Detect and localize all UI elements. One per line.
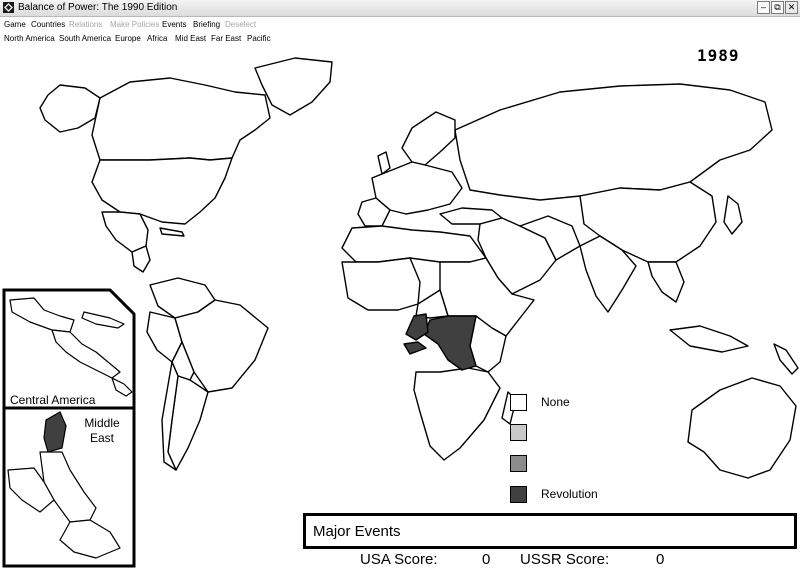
- region-south-america[interactable]: South America: [59, 34, 111, 43]
- country-new-zealand: [773, 343, 799, 375]
- menu-relations: Relations: [69, 20, 103, 29]
- region-mid-east[interactable]: Mid East: [175, 34, 206, 43]
- menu-make-policies: Make Policies: [110, 20, 160, 29]
- diamond-grid-icon[interactable]: [3, 2, 14, 13]
- central-america-label: Central America: [10, 393, 96, 407]
- menu-events[interactable]: Events: [162, 20, 186, 29]
- country-canada: [91, 77, 271, 161]
- legend-label-none: None: [541, 395, 570, 409]
- close-button[interactable]: ✕: [785, 1, 798, 14]
- country-zaire-revolution: [423, 315, 477, 371]
- region-europe[interactable]: Europe: [115, 34, 141, 43]
- country-mexico: [101, 211, 149, 253]
- ussr-score-label: USSR Score:: [520, 551, 610, 568]
- region-bar: North America South America Europe Afric…: [0, 31, 800, 45]
- legend-swatch-medium: [510, 455, 527, 472]
- country-southeast-asia: [647, 261, 685, 303]
- world-map[interactable]: [0, 45, 800, 569]
- legend-label-revolution: Revolution: [541, 487, 598, 501]
- country-cameroon-revolution: [405, 313, 429, 341]
- usa-score-value: 0: [482, 551, 491, 568]
- menu-game[interactable]: Game: [4, 20, 26, 29]
- region-africa[interactable]: Africa: [147, 34, 167, 43]
- country-japan: [723, 195, 743, 235]
- menu-briefing[interactable]: Briefing: [193, 20, 220, 29]
- major-events-title: Major Events: [313, 523, 401, 540]
- middle-east-label: Middle East: [84, 416, 120, 445]
- menu-bar: Game Countries Relations Make Policies E…: [0, 17, 800, 31]
- country-australia: [687, 377, 797, 479]
- minimize-button[interactable]: –: [757, 1, 770, 14]
- legend-swatch-none: [510, 394, 527, 411]
- region-far-east[interactable]: Far East: [211, 34, 241, 43]
- usa-score-label: USA Score:: [360, 551, 438, 568]
- restore-button[interactable]: ⧉: [771, 1, 784, 14]
- central-america-inset: [2, 288, 136, 410]
- title-bar: Balance of Power: The 1990 Edition – ⧉ ✕: [0, 0, 800, 17]
- ussr-score-value: 0: [656, 551, 665, 568]
- country-north-africa: [341, 225, 487, 263]
- country-cuba: [159, 227, 185, 237]
- country-uk: [377, 151, 391, 175]
- region-pacific[interactable]: Pacific: [247, 34, 271, 43]
- country-alaska: [39, 84, 101, 133]
- major-events-panel[interactable]: Major Events: [303, 513, 797, 549]
- country-scandinavia: [401, 111, 456, 166]
- country-southern-africa: [413, 367, 501, 461]
- country-ussr: [454, 83, 773, 201]
- country-angola-patch: [403, 341, 427, 355]
- country-indonesia: [669, 325, 749, 353]
- window-title: Balance of Power: The 1990 Edition: [18, 2, 178, 13]
- menu-deselect: Deselect: [225, 20, 257, 29]
- legend-swatch-revolution: [510, 486, 527, 503]
- menu-countries[interactable]: Countries: [31, 20, 65, 29]
- legend-swatch-light: [510, 424, 527, 441]
- region-north-america[interactable]: North America: [4, 34, 55, 43]
- country-west-africa: [341, 257, 421, 311]
